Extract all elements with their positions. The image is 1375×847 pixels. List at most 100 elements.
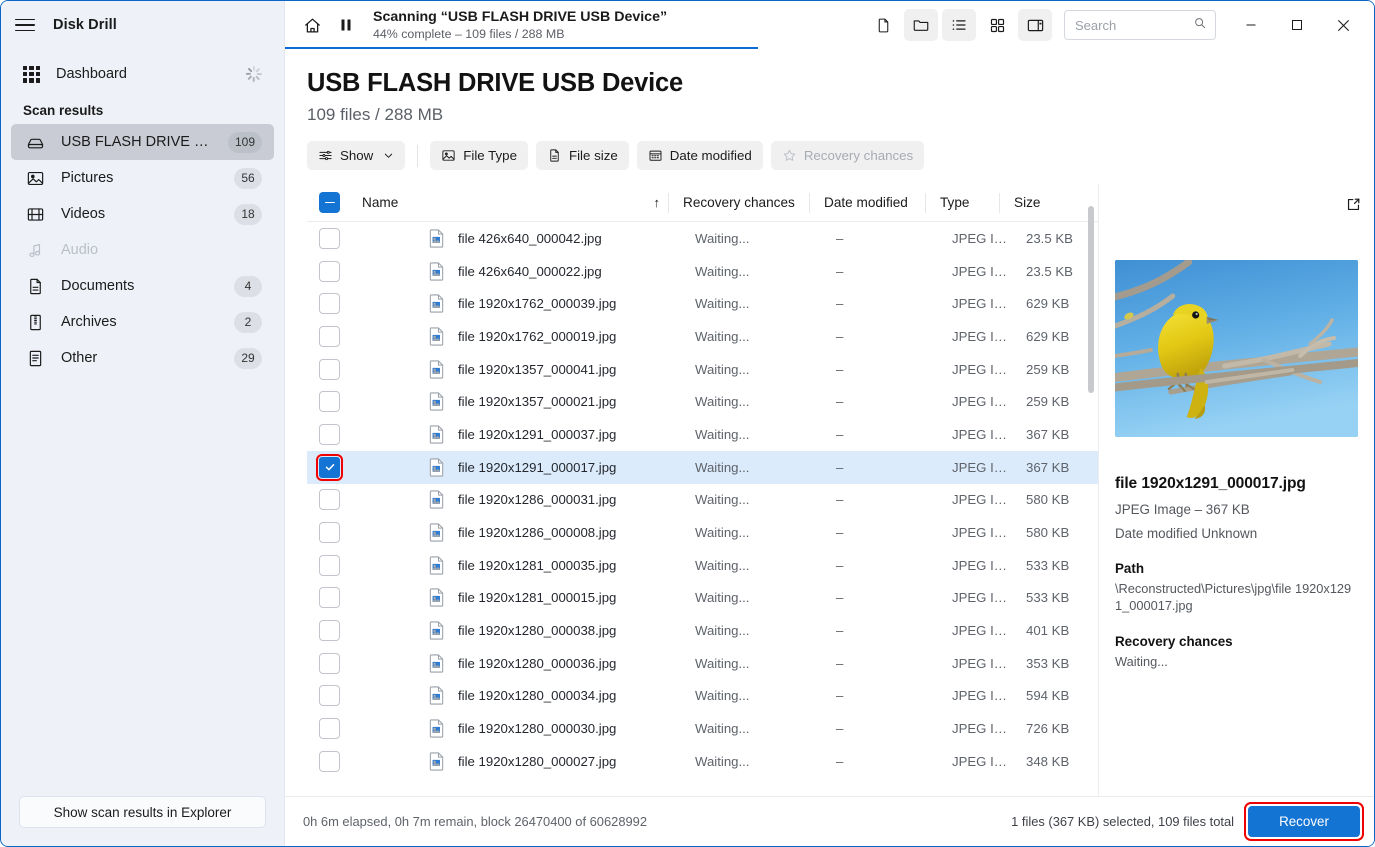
row-type: JPEG Im… <box>952 263 1011 279</box>
archive-icon <box>25 312 45 332</box>
table-row[interactable]: file 1920x1762_000019.jpg Waiting... – JPEG… <box>307 320 1098 353</box>
filter-show-button[interactable]: Show <box>307 141 406 170</box>
row-date-modified: – <box>836 688 844 704</box>
row-type: JPEG Im… <box>952 525 1011 541</box>
row-checkbox[interactable] <box>319 522 340 544</box>
row-file-name: file 1920x1281_000015.jpg <box>458 590 617 606</box>
row-recovery-chances: Waiting... <box>695 263 750 279</box>
select-all-checkbox[interactable] <box>319 192 340 213</box>
new-file-icon[interactable] <box>866 9 900 41</box>
sidebar-item-usb-flash-drive-usb[interactable]: USB FLASH DRIVE USB… 109 <box>11 124 274 160</box>
row-checkbox[interactable] <box>319 489 340 511</box>
bird-photo <box>1115 260 1358 437</box>
list-view-icon[interactable] <box>942 9 976 41</box>
sidebar-item-archives[interactable]: Archives 2 <box>11 304 274 340</box>
table-row[interactable]: file 1920x1286_000008.jpg Waiting... – JPEG… <box>307 516 1098 549</box>
maximize-icon[interactable] <box>1274 2 1320 48</box>
sidebar-item-dashboard[interactable]: Dashboard <box>11 57 274 91</box>
sidebar-item-other[interactable]: Other 29 <box>11 340 274 376</box>
row-checkbox[interactable] <box>319 260 340 282</box>
table-row[interactable]: file 1920x1357_000041.jpg Waiting... – JPEG… <box>307 353 1098 386</box>
row-checkbox[interactable] <box>315 453 344 482</box>
column-header-name[interactable]: Name ↑ <box>352 195 668 210</box>
table-row[interactable]: file 426x640_000042.jpg Waiting... – JPEG I… <box>307 222 1098 255</box>
folder-icon[interactable] <box>904 9 938 41</box>
row-checkbox[interactable] <box>319 620 340 642</box>
grid-view-icon[interactable] <box>980 9 1014 41</box>
hamburger-menu-icon[interactable] <box>15 15 35 35</box>
row-file-name: file 426x640_000042.jpg <box>458 230 602 246</box>
table-row[interactable]: file 1920x1280_000034.jpg Waiting... – JPEG… <box>307 680 1098 713</box>
row-file-name: file 1920x1357_000041.jpg <box>458 361 617 377</box>
star-icon <box>782 148 797 163</box>
home-icon[interactable] <box>295 9 329 41</box>
column-header-recovery-chances[interactable]: Recovery chances <box>669 195 809 210</box>
column-header-size[interactable]: Size <box>1000 195 1086 210</box>
open-external-icon[interactable] <box>1345 196 1362 218</box>
jpg-file-icon <box>424 294 448 313</box>
column-header-date-modified[interactable]: Date modified <box>810 195 925 210</box>
table-row[interactable]: file 1920x1762_000039.jpg Waiting... – JPEG… <box>307 287 1098 320</box>
filter-date-modified-button[interactable]: Date modified <box>636 141 763 170</box>
sidebar-item-documents[interactable]: Documents 4 <box>11 268 274 304</box>
table-row[interactable]: file 1920x1280_000036.jpg Waiting... – JPEG… <box>307 647 1098 680</box>
row-checkbox[interactable] <box>319 227 340 249</box>
sidebar-item-badge: 18 <box>234 203 262 225</box>
row-date-modified: – <box>836 557 844 573</box>
table-row[interactable]: file 1920x1280_000038.jpg Waiting... – JPEG… <box>307 614 1098 647</box>
sidebar-item-pictures[interactable]: Pictures 56 <box>11 160 274 196</box>
pause-icon[interactable] <box>329 9 363 41</box>
filter-label: File Type <box>463 148 517 163</box>
sidebar-item-label: Audio <box>61 242 99 258</box>
row-checkbox[interactable] <box>319 325 340 347</box>
loading-spinner-icon <box>246 66 263 82</box>
row-checkbox[interactable] <box>319 423 340 445</box>
table-row[interactable]: file 1920x1280_000027.jpg Waiting... – JPEG… <box>307 745 1098 778</box>
row-date-modified: – <box>836 753 844 769</box>
table-row[interactable]: file 1920x1291_000037.jpg Waiting... – JPEG… <box>307 418 1098 451</box>
table-row[interactable]: file 426x640_000022.jpg Waiting... – JPEG I… <box>307 255 1098 288</box>
grid-icon <box>23 65 40 83</box>
content-area: USB FLASH DRIVE USB Device 109 files / 2… <box>285 49 1374 796</box>
table-row[interactable]: file 1920x1286_000031.jpg Waiting... – JPEG… <box>307 484 1098 517</box>
row-checkbox[interactable] <box>319 685 340 707</box>
file-preview-image[interactable] <box>1115 260 1358 437</box>
preview-panel-icon[interactable] <box>1018 9 1052 41</box>
jpg-file-icon <box>424 360 448 379</box>
sidebar-item-videos[interactable]: Videos 18 <box>11 196 274 232</box>
row-checkbox[interactable] <box>319 652 340 674</box>
filter-file-type-button[interactable]: File Type <box>430 141 528 170</box>
row-checkbox[interactable] <box>319 358 340 380</box>
sidebar-item-label: Documents <box>61 278 135 294</box>
recover-button[interactable]: Recover <box>1248 806 1360 837</box>
column-header-type[interactable]: Type <box>926 195 999 210</box>
row-date-modified: – <box>836 459 844 475</box>
row-checkbox[interactable] <box>319 718 340 740</box>
row-checkbox[interactable] <box>319 391 340 413</box>
row-checkbox[interactable] <box>319 587 340 609</box>
filter-file-size-button[interactable]: File size <box>535 141 629 170</box>
table-row[interactable]: file 1920x1281_000035.jpg Waiting... – JPEG… <box>307 549 1098 582</box>
table-row[interactable]: file 1920x1357_000021.jpg Waiting... – JPEG… <box>307 385 1098 418</box>
search-icon <box>1193 16 1207 35</box>
search-input[interactable] <box>1075 17 1193 33</box>
row-recovery-chances: Waiting... <box>695 753 750 769</box>
row-size: 533 KB <box>1026 557 1070 573</box>
preview-panel: file 1920x1291_000017.jpg JPEG Image – 3… <box>1098 184 1374 796</box>
row-date-modified: – <box>836 230 844 246</box>
close-icon[interactable] <box>1320 2 1366 48</box>
row-checkbox[interactable] <box>319 293 340 315</box>
minimize-icon[interactable] <box>1228 2 1274 48</box>
row-recovery-chances: Waiting... <box>695 655 750 671</box>
results-vertical-scrollbar[interactable] <box>1088 206 1094 393</box>
table-row[interactable]: file 1920x1280_000030.jpg Waiting... – JPEG… <box>307 712 1098 745</box>
show-scan-results-in-explorer-button[interactable]: Show scan results in Explorer <box>19 796 266 828</box>
row-checkbox-cell <box>307 750 352 772</box>
row-size: 259 KB <box>1026 361 1070 377</box>
search-box[interactable] <box>1064 10 1216 40</box>
row-checkbox[interactable] <box>319 554 340 576</box>
table-row[interactable]: file 1920x1291_000017.jpg Waiting... – JPEG… <box>307 450 1098 484</box>
jpg-file-icon <box>424 327 448 346</box>
row-checkbox[interactable] <box>319 750 340 772</box>
table-row[interactable]: file 1920x1281_000015.jpg Waiting... – JPEG… <box>307 582 1098 615</box>
